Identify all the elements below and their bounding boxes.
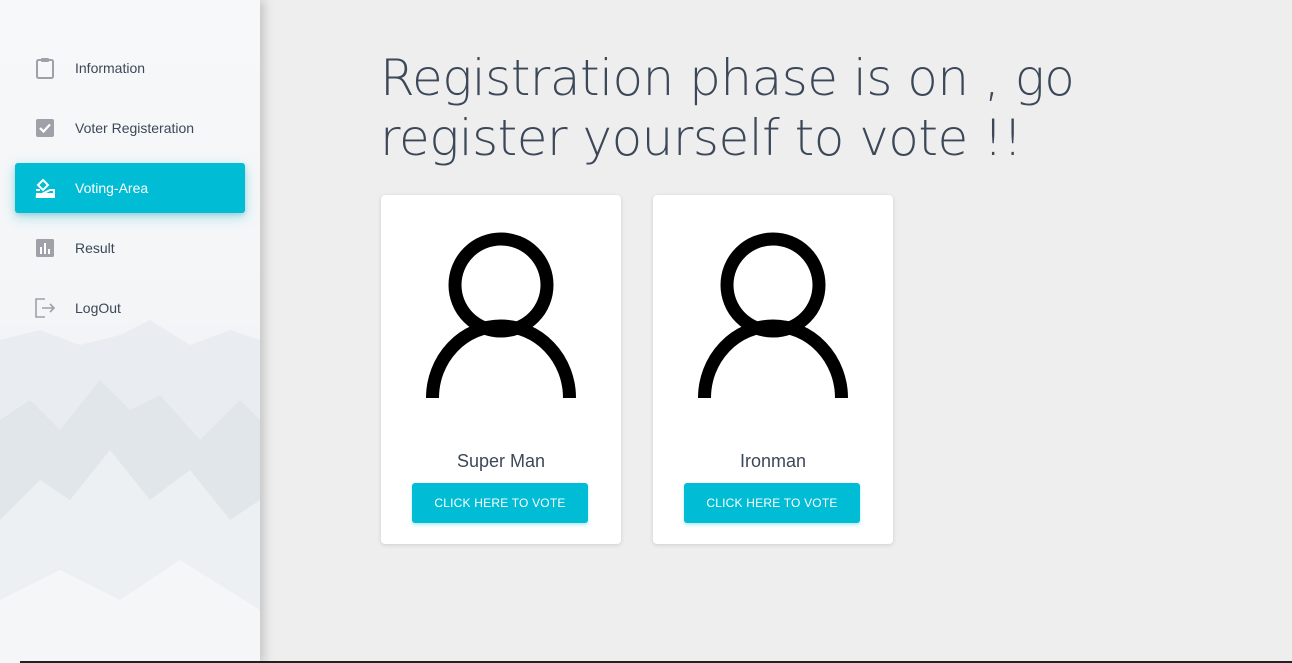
- bar-chart-icon: [33, 236, 57, 260]
- sidebar-item-voting-area[interactable]: Voting-Area: [15, 163, 245, 213]
- sidebar: Information Voter Registeration Voting-A…: [0, 0, 260, 663]
- vote-button[interactable]: CLICK HERE TO VOTE: [412, 483, 588, 523]
- sidebar-item-label: Information: [75, 60, 146, 76]
- candidate-card: Ironman CLICK HERE TO VOTE: [653, 195, 893, 544]
- sidebar-item-label: Voter Registeration: [75, 120, 195, 136]
- candidate-name: Super Man: [456, 451, 546, 471]
- user-avatar-icon: [426, 232, 576, 398]
- sidebar-item-result[interactable]: Result: [15, 223, 245, 273]
- checkbox-icon: [33, 116, 57, 140]
- candidate-card: Super Man CLICK HERE TO VOTE: [381, 195, 621, 544]
- sidebar-item-voter-registeration[interactable]: Voter Registeration: [15, 103, 245, 153]
- sidebar-item-information[interactable]: Information: [15, 43, 245, 93]
- user-avatar-icon: [698, 232, 848, 398]
- sidebar-item-label: Result: [75, 240, 115, 256]
- sidebar-item-label: Voting-Area: [75, 180, 149, 196]
- vote-button[interactable]: CLICK HERE TO VOTE: [684, 483, 860, 523]
- ballot-box-icon: [33, 176, 57, 200]
- sidebar-item-logout[interactable]: LogOut: [15, 283, 245, 333]
- clipboard-icon: [33, 56, 57, 80]
- logout-icon: [33, 296, 57, 320]
- sidebar-nav: Information Voter Registeration Voting-A…: [15, 43, 245, 343]
- sidebar-item-label: LogOut: [75, 300, 121, 316]
- page-title: Registration phase is on , go register y…: [380, 49, 1075, 167]
- candidate-name: Ironman: [739, 451, 807, 471]
- main-content: Registration phase is on , go register y…: [260, 0, 1292, 663]
